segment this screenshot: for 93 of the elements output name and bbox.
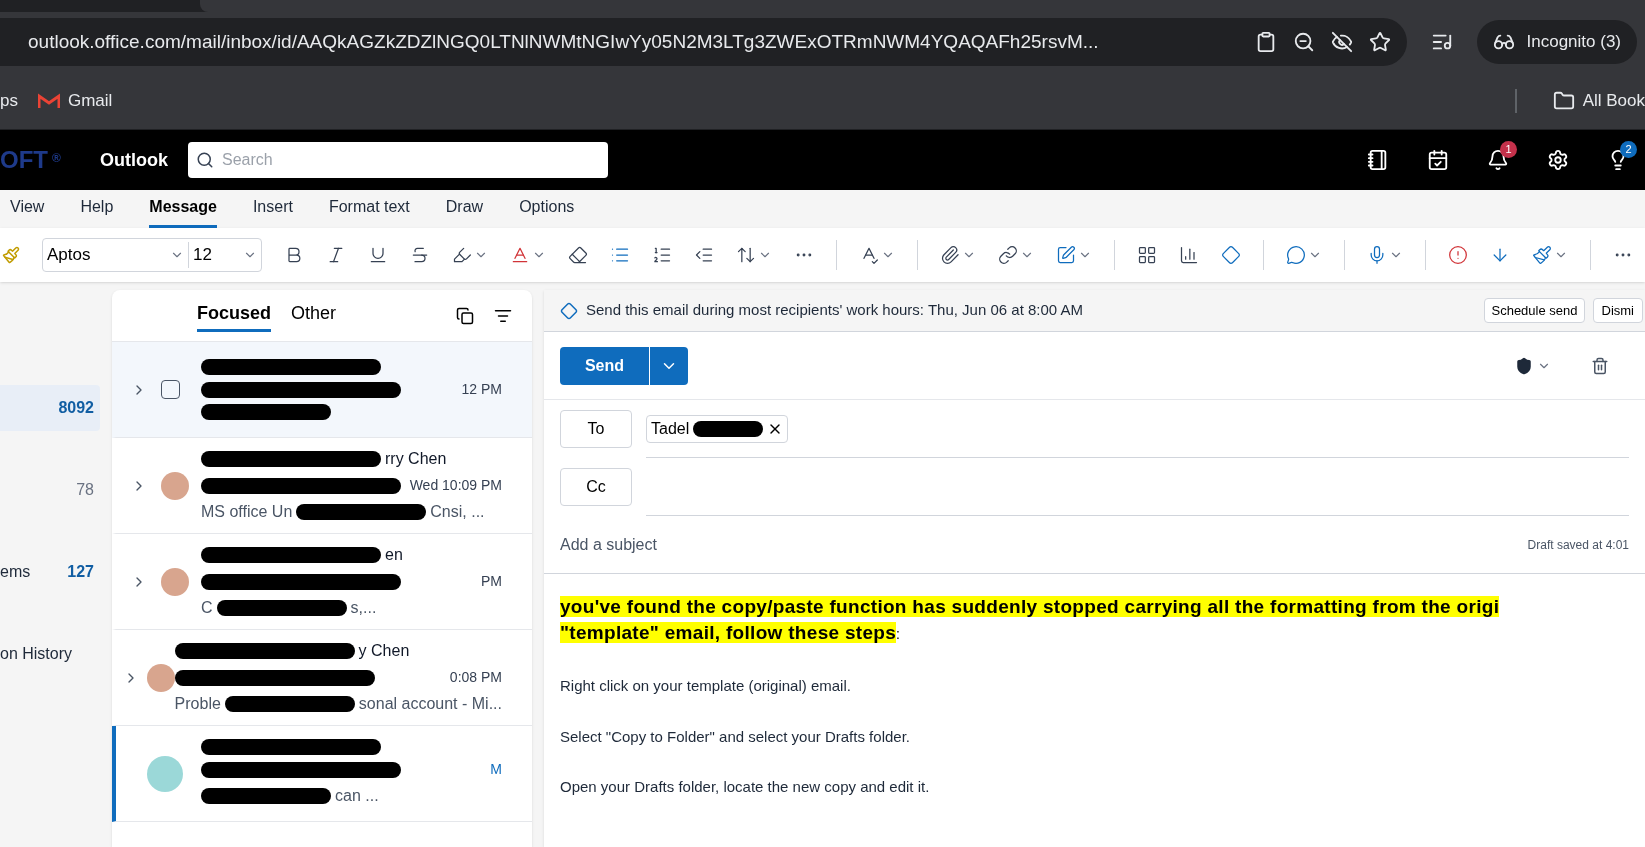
- signature-icon[interactable]: [1056, 245, 1076, 265]
- underline-icon[interactable]: [368, 245, 388, 265]
- body-paragraph: Right click on your template (original) email.: [560, 676, 852, 696]
- ribbon-tab[interactable]: View: [10, 195, 45, 228]
- avatar: [161, 471, 189, 500]
- ribbon-tab[interactable]: Help: [80, 195, 114, 228]
- app-title[interactable]: Outlook: [100, 146, 168, 174]
- select-icon[interactable]: [456, 306, 474, 325]
- message-row[interactable]: en PM C s,...: [112, 534, 532, 630]
- shield-icon[interactable]: [1515, 356, 1533, 375]
- font-size-field[interactable]: 12: [189, 242, 261, 268]
- clear-format-icon[interactable]: [568, 245, 588, 265]
- settings-icon[interactable]: [1547, 149, 1569, 171]
- message-time: 0:08 PM: [449, 668, 502, 687]
- message-preview: s,...: [350, 598, 377, 618]
- inbox-tab[interactable]: Focused: [197, 299, 271, 332]
- message-time: PM: [481, 572, 502, 591]
- search-icon: [196, 151, 214, 169]
- body-paragraph: Select "Copy to Folder" and select your Drafts folder.: [560, 726, 911, 747]
- delete-icon[interactable]: [1591, 356, 1609, 375]
- mail-icon: [37, 92, 60, 109]
- message-preview: C: [201, 598, 213, 618]
- draft-status: Draft saved at 4:01: [1527, 536, 1629, 554]
- all-bookmarks-link[interactable]: All Book: [1536, 87, 1645, 114]
- apps-icon[interactable]: [1137, 245, 1157, 265]
- ribbon-tab[interactable]: Insert: [252, 195, 293, 228]
- notebook-icon[interactable]: [1367, 149, 1389, 171]
- folder-item[interactable]: 8092: [0, 385, 100, 431]
- search-box[interactable]: Search: [188, 142, 608, 178]
- link-icon[interactable]: [998, 245, 1018, 265]
- body-paragraph: Open your Drafts folder, locate the new copy and edit it.: [560, 777, 931, 797]
- ribbon-tab[interactable]: Format text: [328, 195, 410, 228]
- strikethrough-icon[interactable]: [410, 245, 430, 265]
- message-time: 12 PM: [461, 380, 502, 399]
- avatar: [147, 755, 183, 792]
- diamond-icon: [560, 301, 578, 320]
- message-row[interactable]: M can ...: [112, 726, 532, 822]
- attach-icon[interactable]: [940, 245, 960, 265]
- highlighted-text: "template" email, follow these steps: [560, 622, 897, 643]
- sender-name: rry Chen: [385, 449, 447, 469]
- to-button[interactable]: To: [560, 410, 632, 448]
- font-color-icon[interactable]: [510, 245, 530, 265]
- sender-name: en: [385, 545, 403, 565]
- spacing-icon[interactable]: [736, 245, 756, 265]
- message-row[interactable]: rry Chen Wed 10:09 PM MS office Un Cnsi, ...: [112, 438, 532, 534]
- tips-badge: 2: [1620, 141, 1637, 158]
- recipient-chip[interactable]: Tadel: [646, 414, 789, 443]
- zoom-icon[interactable]: [1292, 31, 1315, 53]
- calendar-check-icon[interactable]: [1427, 149, 1449, 171]
- message-row[interactable]: y Chen 0:08 PM Proble sonal account - Mi...: [112, 630, 532, 726]
- message-preview: MS office Un: [201, 502, 293, 522]
- chart-icon[interactable]: [1179, 245, 1199, 265]
- ribbon-tab[interactable]: Draw: [445, 195, 484, 228]
- format-painter-icon[interactable]: [2, 246, 20, 264]
- bookmark-star-icon[interactable]: [1368, 31, 1391, 53]
- bookmark-link[interactable]: ps: [0, 87, 18, 114]
- message-preview: Cnsi, ...: [430, 502, 485, 522]
- diamond-icon[interactable]: [1221, 245, 1241, 265]
- avatar: [146, 663, 175, 692]
- inbox-tab[interactable]: Other: [291, 299, 337, 332]
- suggestion-text: Send this email during most recipients' work hours: Thu, Jun 06 at 8:00 AM: [586, 300, 1084, 321]
- highlighter-icon[interactable]: [452, 245, 472, 265]
- eye-off-icon[interactable]: [1330, 31, 1353, 53]
- punctuation: :: [896, 626, 901, 642]
- notification-badge: 1: [1500, 141, 1517, 158]
- message-preview: Proble: [174, 694, 221, 714]
- message-time: M: [490, 760, 502, 779]
- folder-item[interactable]: 78: [0, 467, 100, 513]
- brand-logo: OFT $^{®}$: [0, 145, 62, 175]
- schedule-send-button[interactable]: Schedule send: [1484, 297, 1585, 324]
- message-preview: can ...: [335, 786, 379, 806]
- subject-field[interactable]: Add a subject: [560, 532, 1528, 557]
- checkbox[interactable]: [161, 380, 180, 399]
- cc-button[interactable]: Cc: [560, 468, 632, 506]
- numbering-icon[interactable]: [652, 245, 672, 265]
- importance-icon[interactable]: [1448, 245, 1468, 265]
- folder-item[interactable]: on History: [0, 631, 100, 677]
- redaction-mark: [693, 420, 764, 437]
- incognito-button[interactable]: Incognito (3): [1476, 20, 1637, 64]
- message-preview: sonal account - Mi...: [358, 694, 502, 714]
- folder-icon: [1552, 89, 1575, 112]
- ribbon-tab[interactable]: Options: [519, 195, 575, 228]
- folder-item[interactable]: ems 127: [0, 549, 100, 595]
- brush-icon[interactable]: [1532, 245, 1552, 265]
- message-time: Wed 10:09 PM: [409, 476, 502, 495]
- message-row[interactable]: 12 PM: [112, 342, 532, 438]
- search-field[interactable]: Search: [222, 148, 600, 172]
- font-name-field[interactable]: Aptos: [43, 242, 189, 268]
- avatar: [161, 567, 189, 596]
- bookmark-link[interactable]: Gmail: [37, 87, 113, 114]
- sender-name: y Chen: [358, 641, 410, 661]
- highlighted-text: you've found the copy/paste function has suddenly stopped carrying all the formatting from the origi: [560, 596, 1500, 617]
- dismiss-button[interactable]: Dismi: [1592, 297, 1643, 324]
